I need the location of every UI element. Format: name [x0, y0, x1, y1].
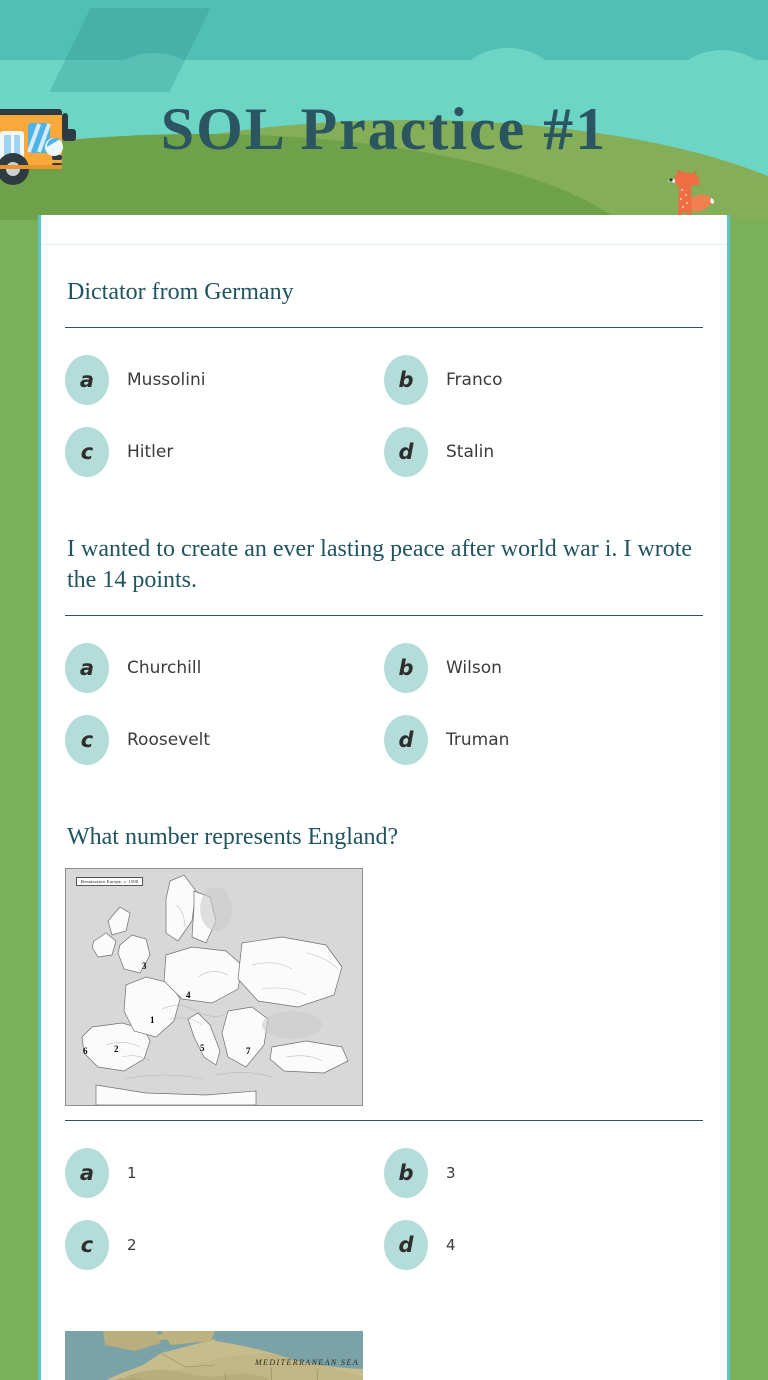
option-label: 4	[446, 1235, 456, 1254]
answer-options: a Mussolini b Franco c Hitler d Stalin	[65, 328, 703, 488]
worksheet-card: Dictator from Germany a Mussolini b Fran…	[38, 215, 730, 1380]
answer-options: a 1 b 3 c 2 d 4	[65, 1121, 703, 1281]
question-image-wrapper: MEDITERRANEAN SEA SAHARA DESERT AFRICA T…	[65, 1327, 703, 1380]
option-c[interactable]: c Hitler	[65, 420, 384, 484]
option-b[interactable]: b 3	[384, 1141, 703, 1205]
option-b[interactable]: b Wilson	[384, 636, 703, 700]
question-text: What number represents England?	[67, 824, 399, 851]
option-letter-bubble: d	[384, 715, 428, 766]
option-label: Wilson	[446, 658, 502, 679]
option-letter-bubble: d	[384, 1219, 428, 1270]
option-label: Franco	[446, 369, 503, 390]
option-label: Roosevelt	[127, 730, 211, 751]
questions-container: Dictator from Germany a Mussolini b Fran…	[41, 245, 727, 1380]
map-number-5: 5	[200, 1042, 205, 1053]
option-label: Mussolini	[127, 369, 206, 390]
option-label: 3	[446, 1163, 456, 1182]
question-image-wrapper: Renaissance Europe, c. 1500 1 2 3 4 5 6 …	[65, 864, 703, 1112]
option-letter-bubble: c	[65, 715, 109, 766]
question-block: What number represents England? Renaissa…	[65, 822, 703, 1281]
option-letter-bubble: b	[384, 643, 428, 694]
question-block: Dictator from Germany a Mussolini b Fran…	[65, 277, 703, 488]
option-label: 1	[127, 1163, 137, 1182]
map-number-6: 6	[83, 1045, 88, 1056]
option-c[interactable]: c Roosevelt	[65, 708, 384, 772]
option-label: Stalin	[446, 441, 495, 462]
option-letter-bubble: c	[65, 1219, 109, 1270]
north-africa-terrain-map: MEDITERRANEAN SEA SAHARA DESERT AFRICA T…	[65, 1330, 363, 1380]
option-a[interactable]: a Churchill	[65, 636, 384, 700]
question-text: Dictator from Germany	[67, 279, 294, 305]
renaissance-europe-map: Renaissance Europe, c. 1500 1 2 3 4 5 6 …	[65, 867, 363, 1106]
map-number-4: 4	[186, 989, 191, 1000]
map-caption: Renaissance Europe, c. 1500	[76, 876, 144, 886]
option-label: Churchill	[127, 658, 202, 679]
mediterranean-sea-label: MEDITERRANEAN SEA	[254, 1357, 359, 1367]
option-letter-bubble: c	[65, 426, 109, 477]
map-number-7: 7	[246, 1045, 251, 1056]
question-block: I wanted to create an ever lasting peace…	[65, 534, 703, 776]
option-letter-bubble: d	[384, 426, 428, 477]
option-label: Truman	[446, 730, 510, 751]
map-number-3: 3	[142, 960, 147, 971]
map-number-1: 1	[150, 1014, 155, 1025]
option-letter-bubble: a	[65, 354, 109, 405]
page-header-banner: SOL Practice #1	[0, 0, 768, 220]
option-label: Hitler	[127, 441, 174, 462]
option-letter-bubble: a	[65, 1147, 109, 1198]
question-text: I wanted to create an ever lasting peace…	[67, 535, 693, 594]
worksheet-page: SOL Practice #1 Dictator from Germany a …	[0, 0, 768, 1380]
option-letter-bubble: b	[384, 354, 428, 405]
option-letter-bubble: b	[384, 1147, 428, 1198]
option-label: 2	[127, 1235, 137, 1254]
option-a[interactable]: a Mussolini	[65, 348, 384, 412]
page-title: SOL Practice #1	[160, 96, 608, 162]
option-letter-bubble: a	[65, 643, 109, 694]
option-a[interactable]: a 1	[65, 1141, 384, 1205]
option-d[interactable]: d Truman	[384, 708, 703, 772]
option-c[interactable]: c 2	[65, 1213, 384, 1277]
answer-options: a Churchill b Wilson c Roosevelt d Truma…	[65, 616, 703, 776]
map-number-2: 2	[114, 1043, 119, 1054]
option-b[interactable]: b Franco	[384, 348, 703, 412]
question-block: MEDITERRANEAN SEA SAHARA DESERT AFRICA T…	[65, 1327, 703, 1380]
fox-icon	[662, 168, 728, 220]
card-top-strip	[41, 215, 727, 245]
option-d[interactable]: d Stalin	[384, 420, 703, 484]
option-d[interactable]: d 4	[384, 1213, 703, 1277]
